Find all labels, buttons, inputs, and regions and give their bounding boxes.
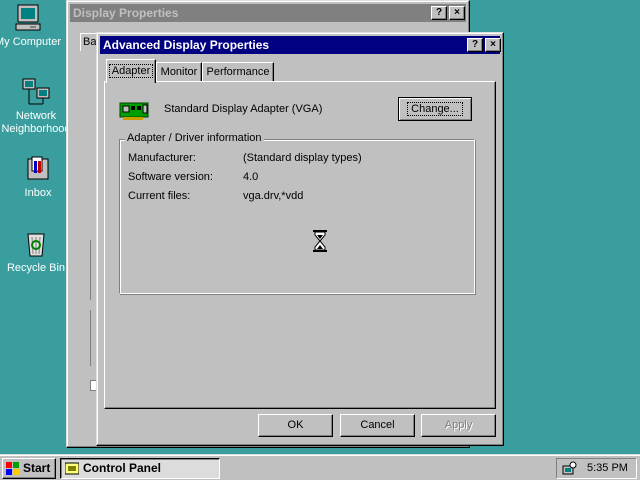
- display-settings-icon[interactable]: [561, 461, 577, 477]
- start-button[interactable]: Start: [2, 458, 56, 479]
- desktop-icon-recycle-bin[interactable]: Recycle Bin: [0, 228, 74, 275]
- tab-label: Monitor: [160, 66, 198, 78]
- background-divider: [90, 240, 91, 300]
- close-button[interactable]: ×: [449, 6, 465, 20]
- dialog-title-bar[interactable]: Advanced Display Properties: [100, 36, 500, 54]
- tab-monitor[interactable]: Monitor: [156, 62, 202, 82]
- software-version-value: 4.0: [243, 171, 259, 183]
- ok-button-label: OK: [287, 419, 304, 431]
- taskbar-button-control-panel[interactable]: Control Panel: [60, 458, 220, 479]
- tab-adapter[interactable]: Adapter: [106, 59, 156, 83]
- tab-performance[interactable]: Performance: [202, 62, 274, 82]
- background-divider: [90, 310, 91, 366]
- desktop-icon-label: Inbox: [24, 187, 52, 199]
- desktop-icon-label-line2: Neighborhood: [1, 123, 71, 135]
- control-panel-icon: [65, 462, 79, 475]
- system-tray: 5:35 PM: [556, 458, 637, 479]
- manufacturer-value: (Standard display types): [243, 152, 362, 164]
- task-label: Control Panel: [83, 461, 162, 475]
- network-neighborhood-icon: [22, 78, 50, 105]
- desktop-icon-inbox[interactable]: Inbox: [0, 153, 76, 200]
- change-button[interactable]: Change...: [398, 97, 472, 121]
- desktop-icon-network-neighborhood[interactable]: Network Neighborhood: [0, 76, 74, 136]
- close-button[interactable]: ×: [485, 38, 501, 52]
- window-title: Display Properties: [73, 6, 179, 20]
- current-files-label: Current files:: [128, 190, 191, 202]
- start-label: Start: [23, 461, 51, 475]
- cancel-button[interactable]: Cancel: [340, 414, 415, 437]
- software-version-label: Software version:: [128, 171, 213, 183]
- inbox-icon: [27, 156, 49, 180]
- help-button[interactable]: ?: [431, 6, 447, 20]
- hourglass-icon: [313, 230, 327, 252]
- desktop-icon-label: Recycle Bin: [6, 262, 66, 274]
- my-computer-icon: [15, 4, 41, 31]
- display-adapter-icon: [119, 102, 149, 120]
- desktop-icon-my-computer[interactable]: My Computer: [0, 2, 66, 49]
- tab-label: Performance: [206, 66, 270, 78]
- display-properties-title-bar[interactable]: Display Properties: [70, 4, 466, 22]
- clock[interactable]: 5:35 PM: [587, 462, 628, 474]
- taskbar: Start Control Panel 5:35 PM: [0, 454, 640, 480]
- desktop-icon-label-line1: Network: [15, 110, 57, 122]
- windows-logo-icon: [6, 462, 19, 475]
- current-files-value: vga.drv,*vdd: [243, 190, 304, 202]
- tab-label: Adapter: [108, 64, 154, 78]
- adapter-name: Standard Display Adapter (VGA): [164, 103, 323, 115]
- manufacturer-label: Manufacturer:: [128, 152, 196, 164]
- desktop-icon-label: My Computer: [0, 36, 62, 48]
- ok-button[interactable]: OK: [258, 414, 333, 437]
- recycle-bin-icon: [27, 233, 45, 257]
- help-button[interactable]: ?: [467, 38, 483, 52]
- group-title: Adapter / Driver information: [125, 132, 264, 144]
- apply-button[interactable]: Apply: [421, 414, 496, 437]
- change-button-label: Change...: [407, 102, 463, 116]
- apply-button-label: Apply: [444, 419, 473, 431]
- dialog-title: Advanced Display Properties: [103, 38, 270, 52]
- cancel-button-label: Cancel: [360, 419, 395, 431]
